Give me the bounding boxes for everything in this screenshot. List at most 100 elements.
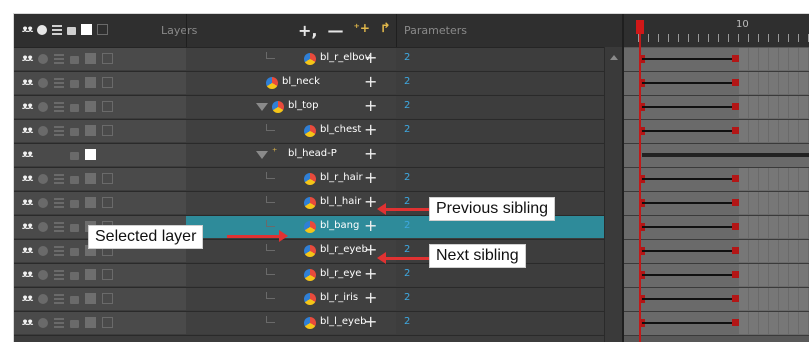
timeline-row[interactable] — [624, 312, 809, 336]
parameter-cell[interactable]: 2 — [396, 72, 604, 94]
enable-all-icon[interactable] — [37, 24, 48, 35]
empty-cells[interactable] — [739, 96, 809, 118]
layer-row[interactable]: ᴥᴥ bl_r_hair +2 — [14, 168, 622, 192]
parameter-cell[interactable]: 2 — [396, 96, 604, 118]
add-child-icon[interactable]: + — [364, 289, 377, 307]
enable-layer-icon[interactable] — [38, 317, 49, 328]
keyframe-end[interactable] — [732, 127, 739, 134]
layer-row[interactable]: ᴥᴥ ⁺ bl_head-P + — [14, 144, 622, 168]
layer-name-cell[interactable]: ⁺ bl_head-P + — [186, 144, 396, 166]
layer-name-cell[interactable]: bl_neck + — [186, 72, 396, 94]
layer-color-icon[interactable] — [85, 269, 97, 280]
lock-layer-icon[interactable] — [70, 55, 80, 64]
empty-cells[interactable] — [739, 120, 809, 142]
enable-layer-icon[interactable] — [38, 293, 49, 304]
add-deformer-button[interactable]: ↱ — [380, 21, 391, 40]
empty-cells[interactable] — [739, 72, 809, 94]
lock-layer-icon[interactable] — [70, 127, 80, 136]
lock-layer-icon[interactable] — [70, 103, 80, 112]
layer-name-cell[interactable]: bl_l_eyeb + — [186, 312, 396, 334]
layer-name-cell[interactable]: bl_r_iris + — [186, 288, 396, 310]
lock-layer-icon[interactable] — [70, 295, 80, 304]
sync-layer-icon[interactable] — [54, 101, 65, 112]
add-child-icon[interactable]: + — [364, 121, 377, 139]
empty-cells[interactable] — [739, 192, 809, 214]
add-child-icon[interactable]: + — [364, 145, 377, 163]
layer-name-cell[interactable]: bl_top + — [186, 96, 396, 118]
enable-layer-icon[interactable] — [38, 173, 49, 184]
add-child-icon[interactable]: + — [364, 313, 377, 331]
add-child-icon[interactable]: + — [364, 193, 377, 211]
layer-row[interactable]: ᴥᴥ bl_l_eyeb +2 — [14, 312, 622, 336]
show-layer-icon[interactable]: ᴥᴥ — [22, 245, 33, 256]
add-peg-button[interactable]: ⁺+ — [353, 21, 369, 40]
layer-row[interactable]: ᴥᴥ bl_neck +2 — [14, 72, 622, 96]
add-child-icon[interactable]: + — [364, 217, 377, 235]
layer-color-icon[interactable] — [85, 149, 97, 160]
playhead-handle[interactable] — [636, 20, 644, 34]
timeline-row[interactable] — [624, 48, 809, 72]
thumbnail-icon[interactable] — [102, 125, 114, 136]
thumbnail-icon[interactable] — [102, 101, 114, 112]
empty-cells[interactable] — [739, 48, 809, 70]
layer-name-cell[interactable]: bl_r_eye + — [186, 264, 396, 286]
timeline-row[interactable] — [624, 240, 809, 264]
timeline-row[interactable] — [624, 264, 809, 288]
empty-cells[interactable] — [739, 312, 809, 334]
sync-layer-icon[interactable] — [54, 53, 65, 64]
add-layer-button[interactable]: +, — [298, 21, 317, 40]
lock-layer-icon[interactable] — [70, 175, 80, 184]
keyframe-end[interactable] — [732, 103, 739, 110]
layer-name-cell[interactable]: bl_chest + — [186, 120, 396, 142]
layer-row[interactable]: ᴥᴥ bl_r_iris +2 — [14, 288, 622, 312]
show-layer-icon[interactable]: ᴥᴥ — [22, 125, 33, 136]
layer-color-icon[interactable] — [85, 77, 97, 88]
show-layer-icon[interactable]: ᴥᴥ — [22, 101, 33, 112]
thumbnail-icon[interactable] — [97, 24, 109, 35]
layer-color-icon[interactable] — [85, 101, 97, 112]
empty-cells[interactable] — [739, 264, 809, 286]
thumbnail-icon[interactable] — [102, 197, 114, 208]
layer-color-icon[interactable] — [85, 125, 97, 136]
sync-layer-icon[interactable] — [54, 77, 65, 88]
timeline-row[interactable] — [624, 96, 809, 120]
timeline-row[interactable] — [624, 192, 809, 216]
expand-arrow-icon[interactable] — [256, 151, 268, 159]
show-layer-icon[interactable]: ᴥᴥ — [22, 53, 33, 64]
expand-arrow-icon[interactable] — [256, 103, 268, 111]
layer-name-cell[interactable]: bl_r_elbov + — [186, 48, 396, 70]
layer-name-cell[interactable]: bl_bang + — [186, 216, 396, 238]
timeline-row[interactable] — [624, 288, 809, 312]
thumbnail-icon[interactable] — [102, 317, 114, 328]
add-child-icon[interactable]: + — [364, 49, 377, 67]
layer-name-cell[interactable]: bl_r_eyeb + — [186, 240, 396, 262]
thumbnail-icon[interactable] — [102, 293, 114, 304]
sync-layer-icon[interactable] — [54, 173, 65, 184]
lock-layer-icon[interactable] — [70, 199, 80, 208]
vertical-scrollbar[interactable] — [604, 47, 623, 342]
timeline-row[interactable] — [624, 144, 809, 168]
enable-layer-icon[interactable] — [38, 221, 49, 232]
timeline-row[interactable] — [624, 72, 809, 96]
empty-cells[interactable] — [739, 288, 809, 310]
show-layer-icon[interactable]: ᴥᴥ — [22, 149, 33, 160]
parameter-cell[interactable]: 2 — [396, 120, 604, 142]
show-layer-icon[interactable]: ᴥᴥ — [22, 293, 33, 304]
add-child-icon[interactable]: + — [364, 265, 377, 283]
lock-layer-icon[interactable] — [70, 223, 80, 232]
keyframe-end[interactable] — [732, 295, 739, 302]
timeline-row[interactable] — [624, 120, 809, 144]
thumbnail-icon[interactable] — [102, 173, 114, 184]
parameter-cell[interactable] — [396, 144, 604, 166]
lock-layer-icon[interactable] — [70, 151, 80, 160]
scroll-up-icon[interactable] — [610, 55, 618, 60]
lock-layer-icon[interactable] — [70, 319, 80, 328]
sync-layer-icon[interactable] — [54, 293, 65, 304]
sync-layer-icon[interactable] — [54, 197, 65, 208]
lock-all-icon[interactable] — [67, 26, 77, 35]
keyframe-end[interactable] — [732, 319, 739, 326]
sync-layer-icon[interactable] — [54, 269, 65, 280]
layer-color-icon[interactable] — [85, 173, 97, 184]
layer-color-icon[interactable] — [85, 197, 97, 208]
frame-ruler[interactable]: 10 — [624, 14, 809, 47]
